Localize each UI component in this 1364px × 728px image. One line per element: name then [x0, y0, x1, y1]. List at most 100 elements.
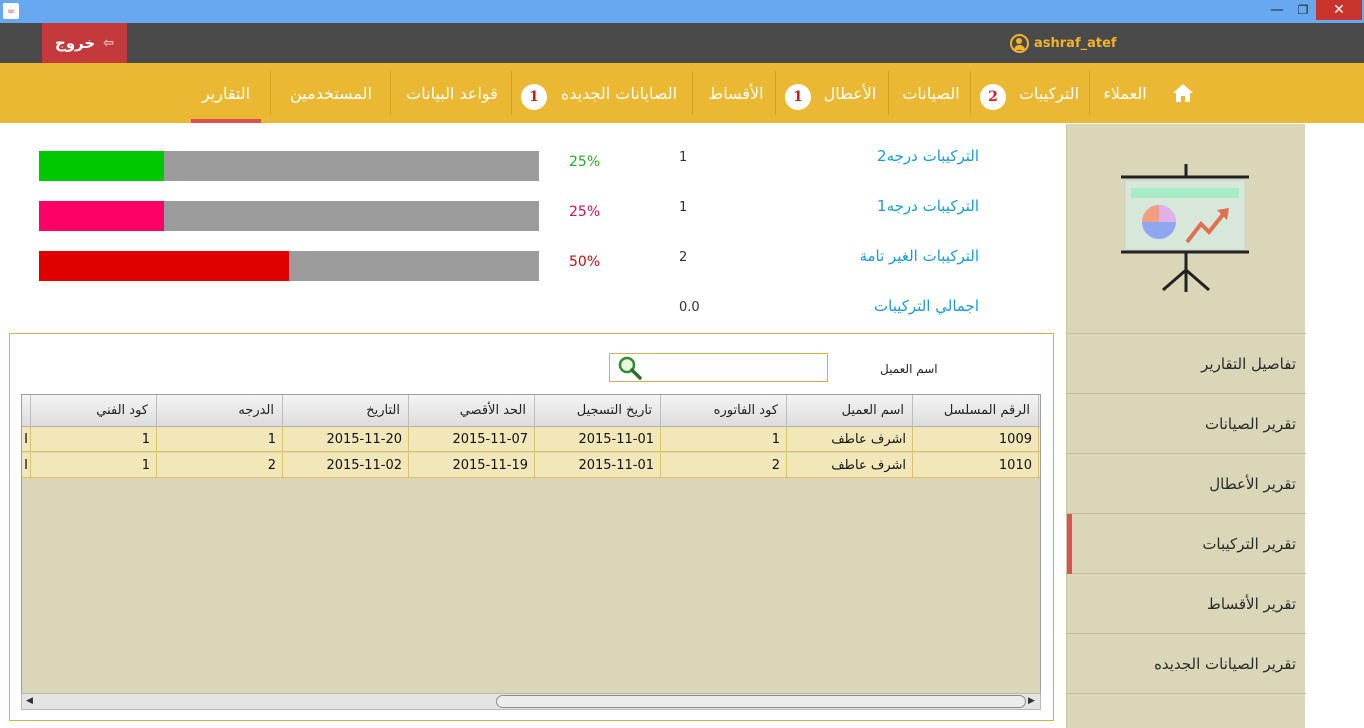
user-icon [1010, 33, 1029, 53]
nav-divider [1089, 71, 1090, 115]
nav-divider [775, 71, 776, 115]
nav-item-installations[interactable]: التركيبات [1010, 63, 1088, 123]
logout-label: خروج [54, 34, 96, 52]
installations-count-badge: 2 [980, 84, 1006, 110]
column-header[interactable]: كود الفاتوره [661, 395, 787, 427]
nav-label: الأقساط [708, 83, 764, 103]
table-cell: 2 [157, 453, 283, 478]
table-cell: 1009 [913, 427, 1039, 452]
reports-sidebar: تفاصيل التقارير تقرير الصيانات تقرير الأ… [1066, 124, 1306, 728]
table-cell: 2 [661, 453, 787, 478]
table-cell: 2015-11-19 [409, 453, 535, 478]
sidebar-item-label: تقرير الأقساط [1207, 594, 1296, 613]
sidebar-item-label: تقرير التركيبات [1202, 534, 1296, 553]
table-cell: 2015-11-01 [535, 427, 661, 452]
stat-value-incomplete: 2 [679, 250, 688, 265]
column-header[interactable]: كود الفني [31, 395, 157, 427]
sidebar-item-installments-report[interactable]: تقرير الأقساط [1067, 574, 1306, 634]
top-header: خروج ⇦ ashraf_atef [0, 23, 1364, 63]
stat-percent-incomplete: 50% [569, 254, 601, 270]
nav-label: الصايانات الجديده [560, 83, 678, 103]
logout-icon: ⇦ [103, 35, 115, 51]
table-cell: 1 [661, 427, 787, 452]
sidebar-item-faults-report[interactable]: تقرير الأعطال [1067, 454, 1306, 514]
nav-label: الأعطال [823, 83, 877, 103]
table-cell: اشرف عاطف [787, 453, 913, 478]
table-row[interactable]: 1009 اشرف عاطف 1 2015-11-01 2015-11-07 2… [22, 427, 1040, 452]
column-header[interactable]: اسم العميل [787, 395, 913, 427]
nav-item-maintenance[interactable]: الصيانات [895, 63, 967, 123]
nav-item-databases[interactable]: قواعد البيانات [398, 63, 506, 123]
window-title-bar: ☕ — ❐ ✕ [0, 0, 1364, 23]
stat-percent-grade1: 25% [569, 204, 601, 220]
progress-bar-grade2 [39, 151, 539, 181]
main-nav: العملاء التركيبات الصيانات الأعطال الأقس… [0, 63, 1364, 123]
nav-divider [270, 71, 271, 115]
search-icon[interactable] [617, 356, 643, 380]
horizontal-scrollbar[interactable]: ◀ ▶ [21, 693, 1041, 710]
installations-table: الرقم المسلسل اسم العميل كود الفاتوره تا… [21, 394, 1041, 710]
scroll-right-icon[interactable]: ▶ [1028, 696, 1035, 706]
nav-divider [692, 71, 693, 115]
faults-count-badge: 1 [785, 84, 811, 110]
table-cell: اشرف عاطف [787, 427, 913, 452]
sidebar-item-new-maintenance-report[interactable]: تقرير الصيانات الجديده [1067, 634, 1306, 694]
scroll-left-icon[interactable]: ◀ [26, 696, 33, 706]
table-cell: 1010 [913, 453, 1039, 478]
nav-divider [970, 71, 971, 115]
column-header[interactable]: تاريخ التسجيل [535, 395, 661, 427]
stat-label-incomplete: التركيبات الغير تامة [859, 247, 979, 265]
progress-fill-incomplete [39, 251, 289, 281]
stat-value-total: 0.0 [679, 300, 700, 315]
sidebar-item-installations-report[interactable]: تقرير التركيبات [1067, 514, 1306, 574]
stat-value-grade2: 1 [679, 150, 688, 165]
nav-item-customers[interactable]: العملاء [1090, 63, 1160, 123]
new-maintenance-count-badge: 1 [521, 84, 547, 110]
sidebar-item-report-details[interactable]: تفاصيل التقارير [1067, 334, 1306, 394]
column-header[interactable]: التاريخ [283, 395, 409, 427]
nav-item-users[interactable]: المستخدمين [278, 63, 384, 123]
nav-label: التقارير [201, 83, 251, 103]
progress-bar-incomplete [39, 251, 539, 281]
table-cell: 1 [157, 427, 283, 452]
user-info: ashraf_atef [1010, 33, 1117, 53]
progress-fill-grade2 [39, 151, 164, 181]
column-header[interactable] [22, 395, 31, 427]
sidebar-item-maintenance-report[interactable]: تقرير الصيانات [1067, 394, 1306, 454]
minimize-button[interactable]: — [1264, 0, 1290, 20]
sidebar-item-label: تقرير الأعطال [1209, 474, 1296, 493]
nav-item-new-maintenance[interactable]: الصايانات الجديده [553, 63, 685, 123]
home-icon[interactable] [1172, 83, 1194, 103]
scrollbar-thumb[interactable] [496, 695, 1026, 708]
table-cell: 2015-11-20 [283, 427, 409, 452]
nav-divider [511, 71, 512, 115]
nav-label: العملاء [1103, 83, 1147, 103]
nav-item-reports[interactable]: التقارير [191, 63, 261, 123]
stat-label-total: اجمالي التركيبات [874, 297, 979, 315]
column-header[interactable]: الدرجه [157, 395, 283, 427]
table-cell: I [22, 427, 31, 452]
table-cell: 1 [31, 427, 157, 452]
progress-bar-grade1 [39, 201, 539, 231]
nav-item-installments[interactable]: الأقساط [700, 63, 772, 123]
nav-label: قواعد البيانات [406, 83, 498, 103]
stat-percent-grade2: 25% [569, 154, 601, 170]
username: ashraf_atef [1034, 35, 1117, 51]
table-row[interactable]: 1010 اشرف عاطف 2 2015-11-01 2015-11-19 2… [22, 453, 1040, 478]
nav-divider [390, 71, 391, 115]
table-cell: 1 [31, 453, 157, 478]
maximize-button[interactable]: ❐ [1290, 0, 1316, 20]
logout-button[interactable]: خروج ⇦ [42, 23, 127, 63]
column-header[interactable]: الرقم المسلسل [913, 395, 1039, 427]
java-app-icon: ☕ [3, 3, 19, 19]
sidebar-item-label: تقرير الصيانات [1205, 414, 1296, 433]
stat-label-grade1: التركيبات درجه1 [877, 197, 979, 215]
table-header: الرقم المسلسل اسم العميل كود الفاتوره تا… [22, 395, 1040, 427]
table-cell: 2015-11-02 [283, 453, 409, 478]
nav-item-faults[interactable]: الأعطال [815, 63, 885, 123]
nav-label: التركيبات [1018, 83, 1080, 103]
close-window-button[interactable]: ✕ [1316, 0, 1362, 20]
column-header[interactable]: الحد الأقصي [409, 395, 535, 427]
table-cell: 2015-11-01 [535, 453, 661, 478]
presentation-board-icon [1067, 124, 1306, 334]
